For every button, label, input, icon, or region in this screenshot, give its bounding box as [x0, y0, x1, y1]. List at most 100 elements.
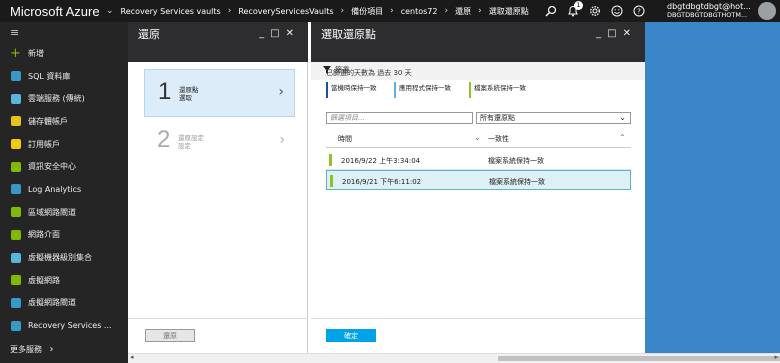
- sidebar-item[interactable]: 儲存體帳戶: [0, 110, 128, 133]
- breadcrumb-item[interactable]: 選取還原點: [489, 6, 529, 17]
- sidebar-item-label: 虛擬機器級別集合: [28, 253, 92, 263]
- maximize-icon[interactable]: □: [607, 28, 622, 39]
- nic-icon: [10, 229, 21, 240]
- portal-brand[interactable]: Microsoft Azure: [0, 4, 104, 19]
- sidebar-item[interactable]: 網路介面: [0, 224, 128, 247]
- recovery-vault-icon: [10, 320, 21, 331]
- legend-label: 當機時保持一致: [331, 84, 377, 92]
- dashboard-background: [645, 22, 780, 353]
- user-account[interactable]: dbgtdbgtdbgt@hot... DBGTDBGTDBGTHOTM...: [667, 2, 751, 20]
- user-name: dbgtdbgtdbgt@hot...: [667, 2, 751, 11]
- column-time[interactable]: 時間: [338, 134, 352, 144]
- shield-icon: [10, 161, 21, 172]
- sort-down-icon[interactable]: ⌄: [474, 133, 481, 142]
- sidebar-item-label: 新增: [28, 48, 44, 58]
- legend-crash-consistent: 當機時保持一致: [326, 82, 377, 98]
- step-number: 2: [157, 126, 171, 153]
- lock-icon: [10, 297, 21, 308]
- vnet-icon: [10, 275, 21, 286]
- blade-area: 還原 _□✕ 1 還原點 選取 › 2 還原設定 設定 › 還原 選取還原點 _…: [128, 22, 645, 353]
- scroll-right-icon[interactable]: ▸: [774, 353, 778, 361]
- legend-fs-consistent: 檔案系統保持一致: [469, 82, 526, 98]
- breadcrumb-item[interactable]: centos72: [401, 7, 438, 16]
- sidebar-item[interactable]: + 新增: [0, 42, 128, 65]
- maximize-icon[interactable]: □: [270, 28, 285, 39]
- legend-label: 應用程式保持一致: [399, 84, 451, 92]
- bell-icon[interactable]: 1: [562, 0, 584, 22]
- restore-blade-footer: 還原: [128, 318, 308, 353]
- step-number: 1: [158, 78, 172, 105]
- window-controls: _□✕: [596, 28, 637, 39]
- restore-point-type-select[interactable]: 所有還原點 ⌄: [476, 112, 631, 124]
- step-restore-config[interactable]: 2 還原設定 設定 ›: [144, 118, 295, 166]
- restore-blade-header: 還原 _□✕: [128, 22, 308, 62]
- consistency-marker: [330, 175, 333, 187]
- sidebar-item-label: 資訊安全中心: [28, 162, 76, 172]
- sidebar-item[interactable]: 資訊安全中心: [0, 155, 128, 178]
- table-row[interactable]: 2016/9/22 上午3:34:04 檔案系統保持一致: [326, 150, 631, 170]
- sidebar-item-label: SQL 資料庫: [28, 71, 71, 81]
- close-icon[interactable]: ✕: [286, 28, 300, 39]
- step-subtitle: 選取: [179, 94, 192, 102]
- legend-label: 檔案系統保持一致: [474, 84, 526, 92]
- minimize-icon[interactable]: _: [596, 28, 607, 39]
- row-consistency: 檔案系統保持一致: [488, 157, 544, 165]
- more-services-link[interactable]: 更多服務 ›: [10, 344, 54, 355]
- sidebar-item[interactable]: Log Analytics: [0, 178, 128, 201]
- select-blade-footer: 確定: [311, 318, 645, 353]
- chevron-right-icon: ›: [340, 6, 345, 16]
- sidebar-item-label: 雲端服務 (傳統): [28, 94, 85, 104]
- scroll-left-icon[interactable]: ◂: [130, 353, 134, 361]
- row-time: 2016/9/21 下午6:11:02: [342, 178, 422, 186]
- chevron-down-icon[interactable]: ⌄: [106, 6, 114, 16]
- top-icons: 1 ?: [540, 0, 650, 22]
- sidebar-item[interactable]: Recovery Services ...: [0, 314, 128, 337]
- sidebar: ≡ + 新增 SQL 資料庫雲端服務 (傳統) 儲存體帳戶訂用帳戶資訊安全中心 Log …: [0, 22, 128, 363]
- restore-button[interactable]: 還原: [145, 329, 195, 342]
- breadcrumb-item[interactable]: Recovery Services vaults: [121, 7, 221, 16]
- gear-icon[interactable]: [584, 0, 606, 22]
- minimize-icon[interactable]: _: [259, 28, 270, 39]
- table-row-selected[interactable]: 2016/9/21 下午6:11:02 檔案系統保持一致: [326, 170, 631, 190]
- chevron-right-icon: ›: [478, 6, 482, 16]
- breadcrumb-item[interactable]: RecoveryServicesVaults: [238, 7, 333, 16]
- chevron-right-icon: ›: [227, 6, 232, 16]
- sidebar-item[interactable]: 虛擬網路閘道: [0, 292, 128, 315]
- search-icon[interactable]: [540, 0, 562, 22]
- chevron-right-icon: ›: [279, 132, 285, 148]
- column-consistency[interactable]: 一致性: [488, 134, 509, 144]
- sidebar-item[interactable]: 雲端服務 (傳統): [0, 87, 128, 110]
- breadcrumb-item[interactable]: 備份項目: [351, 6, 383, 17]
- sidebar-item-label: 訂用帳戶: [28, 139, 60, 149]
- blade-title: 還原: [138, 28, 160, 41]
- horizontal-scrollbar[interactable]: ◂ ▸: [128, 353, 780, 363]
- select-restore-point-blade: 選取還原點 _□✕ 篩選 已篩選的天數為 過去 30 天 當機時保持一致 應用程…: [311, 22, 645, 353]
- avatar[interactable]: [758, 2, 776, 20]
- chevron-down-icon: ⌄: [619, 113, 626, 122]
- chevron-right-icon: ›: [390, 6, 394, 16]
- smiley-icon[interactable]: [606, 0, 628, 22]
- sidebar-item[interactable]: 區域網路閘道: [0, 201, 128, 224]
- sidebar-item-label: Recovery Services ...: [28, 321, 112, 331]
- sidebar-item-label: 儲存體帳戶: [28, 116, 68, 126]
- sort-up-icon[interactable]: ⌃: [619, 133, 626, 142]
- sidebar-item[interactable]: 訂用帳戶: [0, 133, 128, 156]
- help-icon[interactable]: ?: [628, 0, 650, 22]
- select-blade-header: 選取還原點 _□✕: [311, 22, 645, 62]
- sidebar-item[interactable]: 虛擬機器級別集合: [0, 246, 128, 269]
- confirm-button[interactable]: 確定: [326, 329, 376, 342]
- sidebar-item[interactable]: SQL 資料庫: [0, 65, 128, 88]
- close-icon[interactable]: ✕: [623, 28, 637, 39]
- scroll-thumb[interactable]: [498, 356, 780, 361]
- sidebar-item-label: 網路介面: [28, 230, 60, 240]
- row-consistency: 檔案系統保持一致: [489, 178, 545, 186]
- svg-text:?: ?: [637, 8, 641, 16]
- hamburger-icon[interactable]: ≡: [0, 22, 128, 42]
- breadcrumb: ⌄ Recovery Services vaults › RecoverySer…: [104, 6, 529, 17]
- sidebar-item-label: 區域網路閘道: [28, 207, 76, 217]
- key-icon: [10, 139, 21, 150]
- step-restore-point[interactable]: 1 還原點 選取 ›: [144, 69, 295, 117]
- sidebar-item[interactable]: 虛擬網路: [0, 269, 128, 292]
- search-input[interactable]: 篩選項目...: [326, 112, 473, 124]
- breadcrumb-item[interactable]: 還原: [455, 6, 471, 17]
